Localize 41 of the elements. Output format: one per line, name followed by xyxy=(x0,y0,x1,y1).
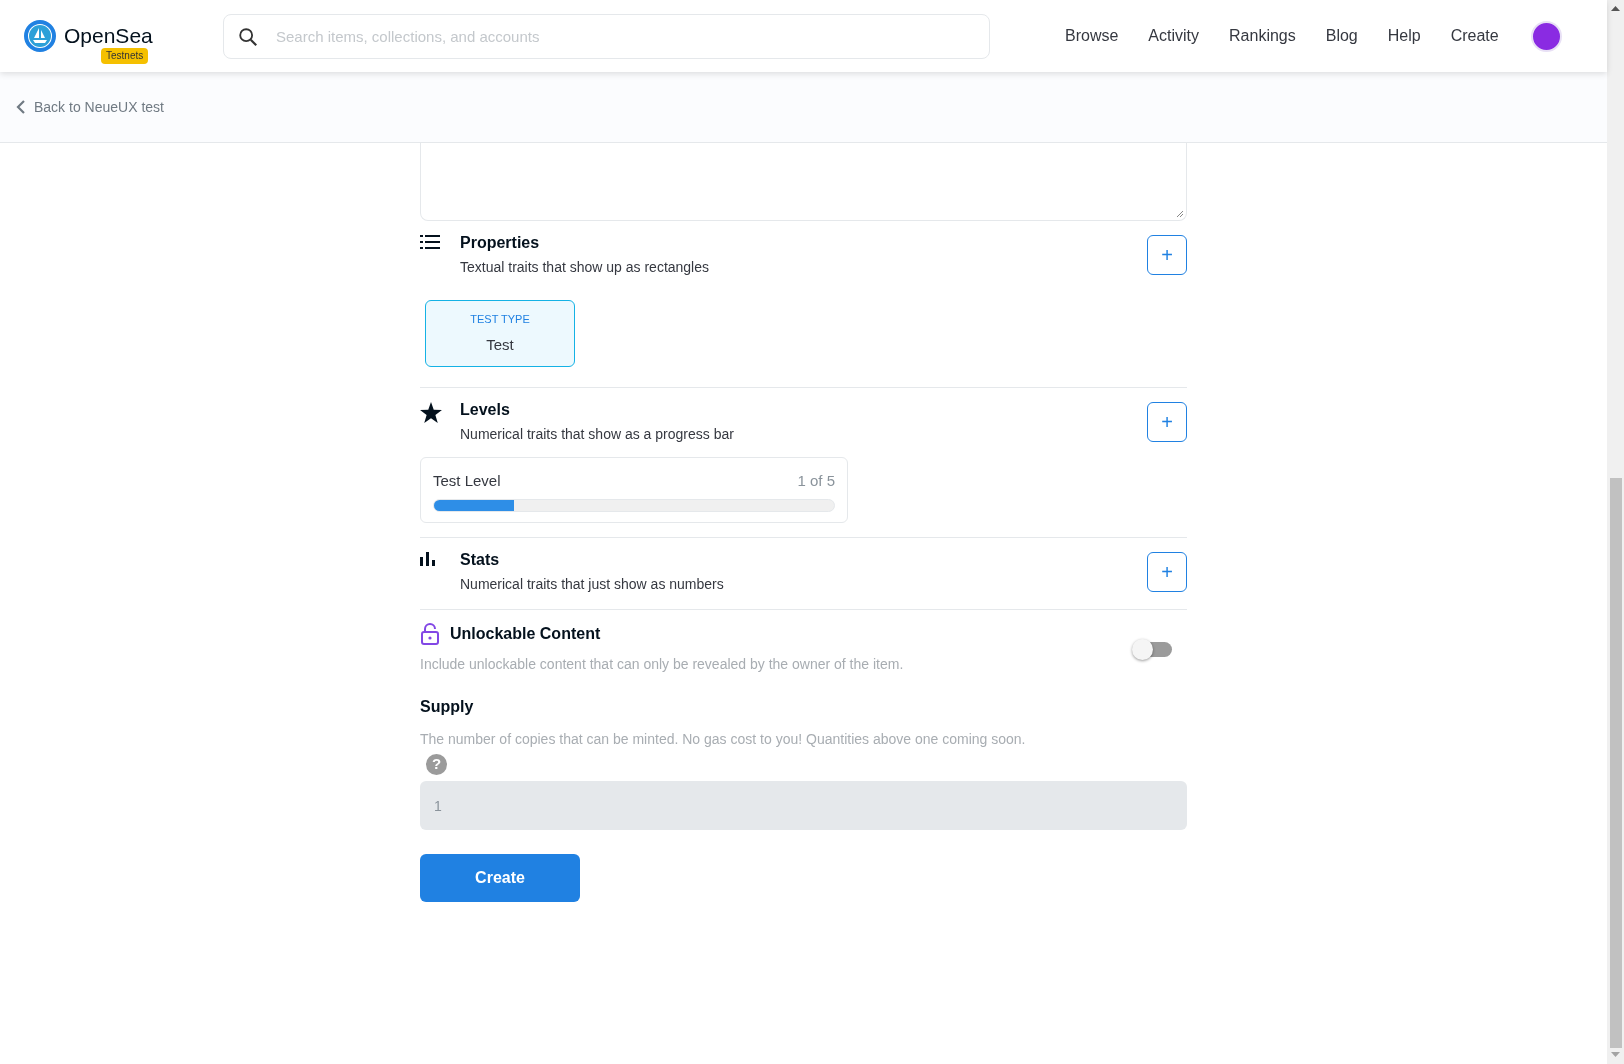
nav-link[interactable]: Rankings xyxy=(1229,24,1296,48)
level-reading: 1 of 5 xyxy=(797,471,835,491)
sailboat-logo-icon[interactable] xyxy=(24,20,56,52)
resize-handle-icon xyxy=(1176,210,1184,218)
property-type: TEST TYPE xyxy=(470,312,530,327)
search-icon xyxy=(237,25,259,48)
nav-link[interactable]: Help xyxy=(1387,24,1421,48)
section-description: Numerical traits that show as a progress bar xyxy=(460,425,735,444)
section-description: Numerical traits that just show as numbers xyxy=(460,575,725,594)
add-button[interactable]: + xyxy=(1147,552,1187,592)
level-name: Test Level xyxy=(433,471,501,491)
back-link[interactable]: Back to NeueUX test xyxy=(16,96,164,118)
search-field[interactable]: Search items, collections, and accounts xyxy=(223,13,990,59)
unlockable-description: Include unlockable content that can only be revealed by the owner of the item. xyxy=(420,655,905,674)
property-value: Test xyxy=(486,334,514,355)
section-title: Levels xyxy=(460,400,511,420)
star-icon xyxy=(420,402,442,423)
scroll-down-icon[interactable] xyxy=(1611,1052,1620,1057)
section-title: Stats xyxy=(460,550,501,570)
unlockable-toggle[interactable] xyxy=(1134,642,1172,657)
supply-title: Supply xyxy=(420,697,475,717)
testnets-badge: Testnets xyxy=(101,48,149,64)
supply-description: The number of copies that can be minted. No gas cost to you! Quantities above one coming soon. xyxy=(420,730,1027,749)
nav-link[interactable]: Create xyxy=(1450,24,1499,48)
list-icon xyxy=(420,235,440,249)
section-description: Textual traits that show up as rectangles xyxy=(460,258,711,277)
scroll-up-icon[interactable] xyxy=(1611,6,1620,11)
nav-link[interactable]: Activity xyxy=(1148,24,1200,48)
create-button[interactable]: Create xyxy=(420,854,580,902)
nav-link[interactable]: Blog xyxy=(1325,24,1358,48)
scrollbar-thumb[interactable] xyxy=(1609,478,1622,1048)
nav-link[interactable]: Browse xyxy=(1065,24,1119,48)
back-link-text: Back to NeueUX test xyxy=(34,97,164,117)
unlockable-title: Unlockable Content xyxy=(450,624,601,644)
padlock-icon xyxy=(420,623,440,645)
section-title: Properties xyxy=(460,233,541,253)
avatar-icon[interactable] xyxy=(1530,20,1562,52)
bar-chart-icon xyxy=(420,552,436,566)
chevron-left-icon xyxy=(16,100,26,114)
add-button[interactable]: + xyxy=(1147,402,1187,442)
add-button[interactable]: + xyxy=(1147,235,1187,275)
